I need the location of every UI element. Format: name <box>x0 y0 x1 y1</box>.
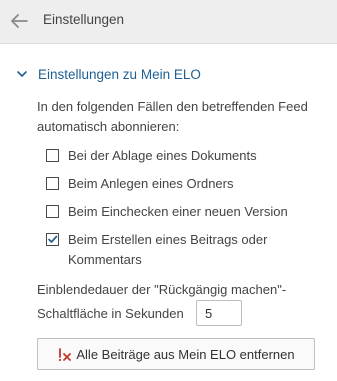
option-ablage-dokument[interactable]: Bei der Ablage eines Dokuments <box>46 146 318 166</box>
section-title: Einstellungen zu Mein ELO <box>38 66 201 82</box>
checkbox[interactable] <box>46 177 59 190</box>
chevron-down-icon <box>17 71 27 77</box>
remove-feeds-icon <box>59 347 72 361</box>
top-bar: Einstellungen <box>0 0 337 44</box>
undo-seconds-input[interactable] <box>196 300 242 326</box>
section-toggle[interactable]: Einstellungen zu Mein ELO <box>16 64 201 84</box>
subscribe-description: In den folgenden Fällen den betreffenden… <box>37 99 308 134</box>
option-erstellen-beitrag[interactable]: Beim Erstellen eines Beitrags oder Komme… <box>46 230 318 270</box>
remove-all-posts-label: Alle Beiträge aus Mein ELO entfernen <box>76 346 295 362</box>
undo-duration-label-cont: Schaltfläche in Sekunden <box>37 306 184 321</box>
option-anlegen-ordner[interactable]: Beim Anlegen eines Ordners <box>46 174 318 194</box>
back-button[interactable] <box>8 10 30 32</box>
option-label: Beim Erstellen eines Beitrags oder Komme… <box>68 232 268 267</box>
checkbox[interactable] <box>46 205 59 218</box>
checkbox-checked[interactable] <box>46 233 59 246</box>
undo-duration-label: Einblendedauer der "Rückgängig machen"- <box>37 282 287 297</box>
arrow-left-icon <box>11 14 28 28</box>
option-einchecken-version[interactable]: Beim Einchecken einer neuen Version <box>46 202 318 222</box>
option-label: Bei der Ablage eines Dokuments <box>68 148 257 163</box>
option-label: Beim Einchecken einer neuen Version <box>68 204 288 219</box>
checkmark-icon <box>48 235 58 243</box>
page-title: Einstellungen <box>43 12 125 27</box>
option-label: Beim Anlegen eines Ordners <box>68 176 234 191</box>
checkbox[interactable] <box>46 149 59 162</box>
remove-all-posts-button[interactable]: Alle Beiträge aus Mein ELO entfernen <box>37 338 315 370</box>
